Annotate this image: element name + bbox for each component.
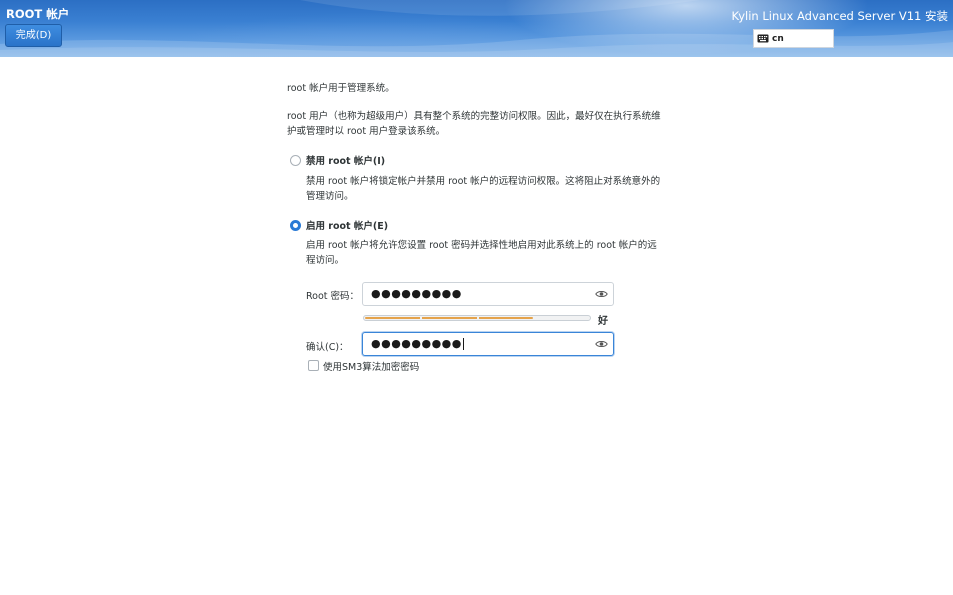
intro-text: root 帐户用于管理系统。 (287, 83, 395, 94)
password-strength-bar (363, 315, 591, 321)
root-account-form: root 帐户用于管理系统。 root 用户（也称为超级用户）具有整个系统的完整… (0, 57, 953, 595)
strength-segment-divider (477, 316, 479, 320)
disable-root-description-2: 管理访问。 (306, 191, 354, 202)
eye-icon[interactable] (595, 339, 608, 349)
confirm-password-input[interactable]: ●●●●●●●●● (362, 332, 614, 356)
intro-detail-line-2: 护或管理时以 root 用户登录该系统。 (287, 126, 446, 137)
disable-root-radio[interactable] (290, 155, 301, 166)
product-title: Kylin Linux Advanced Server V11 安装 (731, 9, 948, 23)
root-password-value: ●●●●●●●●● (371, 287, 462, 300)
confirm-password-label: 确认(C)： (306, 342, 349, 353)
root-password-input[interactable]: ●●●●●●●●● (362, 282, 614, 306)
strength-segment-divider (420, 316, 422, 320)
text-caret (462, 338, 464, 350)
enable-root-label[interactable]: 启用 root 帐户(E) (306, 218, 388, 232)
enable-root-radio[interactable] (290, 220, 301, 231)
keyboard-layout-label: cn (772, 33, 784, 44)
enable-root-description-2: 程访问。 (306, 255, 345, 266)
password-strength-fill (365, 317, 533, 319)
done-button[interactable]: 完成(D) (5, 24, 62, 47)
confirm-password-value: ●●●●●●●●● (371, 337, 464, 350)
root-password-label: Root 密码： (306, 291, 360, 302)
keyboard-icon (757, 34, 769, 43)
sm3-encryption-label[interactable]: 使用SM3算法加密密码 (323, 359, 419, 373)
sm3-encryption-checkbox[interactable] (308, 360, 319, 371)
password-strength-label: 好 (598, 316, 608, 327)
screen-title: ROOT 帐户 (6, 7, 70, 21)
keyboard-layout-indicator[interactable]: cn (753, 29, 834, 48)
strength-segment-divider (533, 316, 535, 320)
header-bar: ROOT 帐户 完成(D) Kylin Linux Advanced Serve… (0, 0, 953, 57)
disable-root-description-1: 禁用 root 帐户将锁定帐户并禁用 root 帐户的远程访问权限。这将阻止对系… (306, 176, 661, 187)
eye-icon[interactable] (595, 289, 608, 299)
disable-root-label[interactable]: 禁用 root 帐户(I) (306, 153, 385, 167)
intro-detail-line-1: root 用户（也称为超级用户）具有整个系统的完整访问权限。因此，最好仅在执行系… (287, 111, 661, 122)
enable-root-description-1: 启用 root 帐户将允许您设置 root 密码并选择性地启用对此系统上的 ro… (306, 240, 657, 251)
